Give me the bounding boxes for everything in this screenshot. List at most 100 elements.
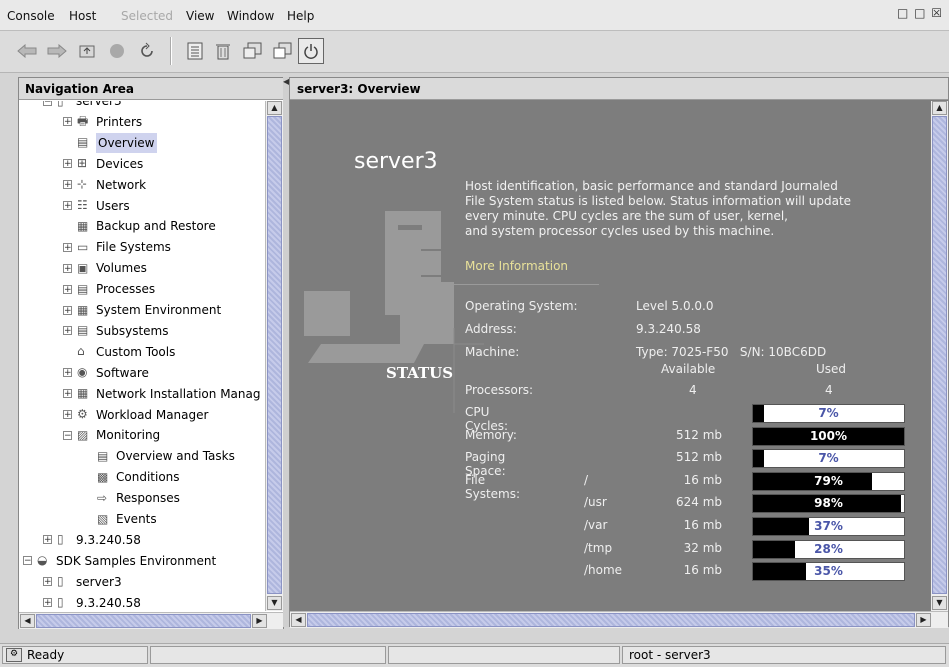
scroll-down-icon[interactable]: ▼ — [932, 596, 947, 610]
expand-icon[interactable]: + — [63, 242, 72, 252]
tree-item[interactable]: −▯ server3 — [43, 101, 122, 111]
usage-bar: 7% — [752, 404, 905, 423]
tree-item[interactable]: + ▤ Processes — [63, 279, 155, 299]
tree-item[interactable]: ⇨ Responses — [83, 488, 180, 508]
description-text: Host identification, basic performance a… — [465, 179, 935, 239]
scroll-down-icon[interactable]: ▼ — [267, 596, 282, 610]
tree-item[interactable]: ⌂ Custom Tools — [63, 342, 175, 362]
navigation-vertical-scrollbar[interactable]: ▲ ▼ — [265, 101, 283, 611]
tree-item-label: Network Installation Manag — [96, 386, 261, 401]
tree-item[interactable]: + ▦ System Environment — [63, 300, 221, 320]
stop-icon[interactable] — [104, 39, 130, 63]
tree-item[interactable]: ▩ Conditions — [83, 467, 180, 487]
events-icon: ▧ — [97, 511, 109, 526]
collapse-icon[interactable]: − — [23, 556, 32, 566]
tree-item[interactable]: ▧ Events — [83, 509, 157, 529]
usage-bar: 28% — [752, 539, 905, 559]
refresh-icon[interactable] — [134, 39, 160, 63]
tree-item[interactable]: + ▯ 9.3.240.58 — [43, 593, 141, 611]
trash-icon[interactable] — [210, 39, 236, 63]
scroll-right-icon[interactable]: ▶ — [916, 613, 931, 627]
menu-selected[interactable]: Selected — [121, 9, 173, 23]
scroll-thumb[interactable] — [267, 116, 282, 594]
tree-item-label: Monitoring — [96, 428, 161, 443]
tree-item[interactable]: + ▣ Volumes — [63, 258, 147, 278]
tree-item[interactable]: + ⊹ Network — [63, 175, 146, 195]
expand-icon[interactable]: + — [43, 577, 52, 587]
tree-item[interactable]: + ▦ Network Installation Manag — [63, 384, 260, 404]
scroll-up-icon[interactable]: ▲ — [267, 101, 282, 115]
devices-icon: ⊞ — [77, 156, 88, 171]
expand-icon[interactable]: + — [63, 326, 72, 336]
scroll-right-icon[interactable]: ▶ — [252, 614, 267, 628]
tree-item-label: Devices — [96, 156, 144, 171]
expand-icon[interactable]: + — [63, 368, 72, 378]
tree-item[interactable]: + ⚙ Workload Manager — [63, 405, 208, 425]
tree-item[interactable]: + ▯ 9.3.240.58 — [43, 530, 141, 550]
expand-icon[interactable]: + — [63, 159, 72, 169]
menu-console[interactable]: Console — [7, 9, 55, 23]
duplicate-window-icon[interactable] — [270, 39, 296, 63]
divider — [454, 284, 599, 285]
available-value: 16 mb — [683, 472, 722, 487]
tree-item[interactable]: ▤ Overview — [63, 132, 157, 153]
overview-horizontal-scrollbar[interactable]: ◀ ▶ — [290, 611, 948, 628]
new-window-icon[interactable] — [240, 39, 266, 63]
more-information-link[interactable]: More Information — [465, 259, 568, 273]
status-field: ⚙ Ready — [2, 646, 148, 664]
scroll-left-icon[interactable]: ◀ — [20, 614, 35, 628]
expand-icon[interactable]: + — [63, 263, 72, 273]
tree-item[interactable]: + ▤ Subsystems — [63, 321, 168, 341]
power-icon[interactable] — [298, 38, 324, 64]
volumes-icon: ▣ — [77, 260, 89, 275]
expand-icon[interactable]: + — [63, 410, 72, 420]
menu-view[interactable]: View — [186, 9, 214, 23]
tree-item[interactable]: + ⊞ Devices — [63, 154, 143, 174]
tree-item[interactable]: + ☷ Users — [63, 196, 130, 216]
collapse-icon[interactable]: − — [43, 101, 52, 106]
tree-item[interactable]: + ◉ Software — [63, 363, 149, 383]
tree-item[interactable]: − ▨ Monitoring — [63, 425, 160, 445]
expand-icon[interactable]: + — [63, 201, 72, 211]
menu-host[interactable]: Host — [69, 9, 96, 23]
properties-icon[interactable] — [182, 39, 208, 63]
back-arrow-icon[interactable] — [14, 39, 40, 63]
navigation-horizontal-scrollbar[interactable]: ◀ ▶ — [19, 612, 283, 629]
description-line: every minute. CPU cycles are the sum of … — [465, 209, 788, 223]
up-folder-icon[interactable] — [74, 39, 100, 63]
expand-icon[interactable]: + — [63, 389, 72, 399]
expand-icon[interactable]: + — [43, 598, 52, 608]
window-controls[interactable]: □ □ ☒ — [897, 6, 943, 20]
menu-window[interactable]: Window — [227, 9, 274, 23]
collapse-icon[interactable]: − — [63, 430, 72, 440]
expand-icon[interactable]: + — [63, 305, 72, 315]
host-name-heading: server3 — [354, 149, 438, 174]
tree-item-label: Volumes — [96, 261, 147, 276]
monitor-icon: ▨ — [77, 427, 89, 442]
user-host-field: root - server3 — [622, 646, 946, 664]
tree-item[interactable]: + ▯ server3 — [43, 572, 122, 592]
scroll-thumb[interactable] — [932, 116, 947, 594]
toolbar-separator — [170, 37, 172, 65]
scroll-left-icon[interactable]: ◀ — [291, 613, 306, 627]
scroll-thumb[interactable] — [307, 613, 915, 627]
expand-icon[interactable]: + — [43, 535, 52, 545]
usage-percent: 7% — [818, 406, 839, 420]
overview-vertical-scrollbar[interactable]: ▲ ▼ — [931, 101, 948, 611]
expand-icon[interactable]: + — [63, 180, 72, 190]
scroll-up-icon[interactable]: ▲ — [932, 101, 947, 115]
tools-icon: ⌂ — [77, 344, 85, 359]
tree-item[interactable]: − ◒ SDK Samples Environment — [23, 551, 216, 571]
scroll-thumb[interactable] — [36, 614, 251, 628]
usage-percent: 7% — [818, 451, 839, 466]
expand-icon[interactable]: + — [63, 117, 72, 127]
menu-help[interactable]: Help — [287, 9, 314, 23]
expand-icon[interactable]: + — [63, 284, 72, 294]
tree-item[interactable]: ▦ Backup and Restore — [63, 216, 216, 236]
tree-item[interactable]: + ▭ File Systems — [63, 237, 171, 257]
workload-icon: ⚙ — [77, 407, 88, 421]
tree-item[interactable]: ▤ Overview and Tasks — [83, 446, 235, 466]
forward-arrow-icon[interactable] — [44, 39, 70, 63]
tree-item[interactable]: + 🖶 Printers — [63, 112, 142, 132]
available-value: 32 mb — [683, 540, 722, 555]
